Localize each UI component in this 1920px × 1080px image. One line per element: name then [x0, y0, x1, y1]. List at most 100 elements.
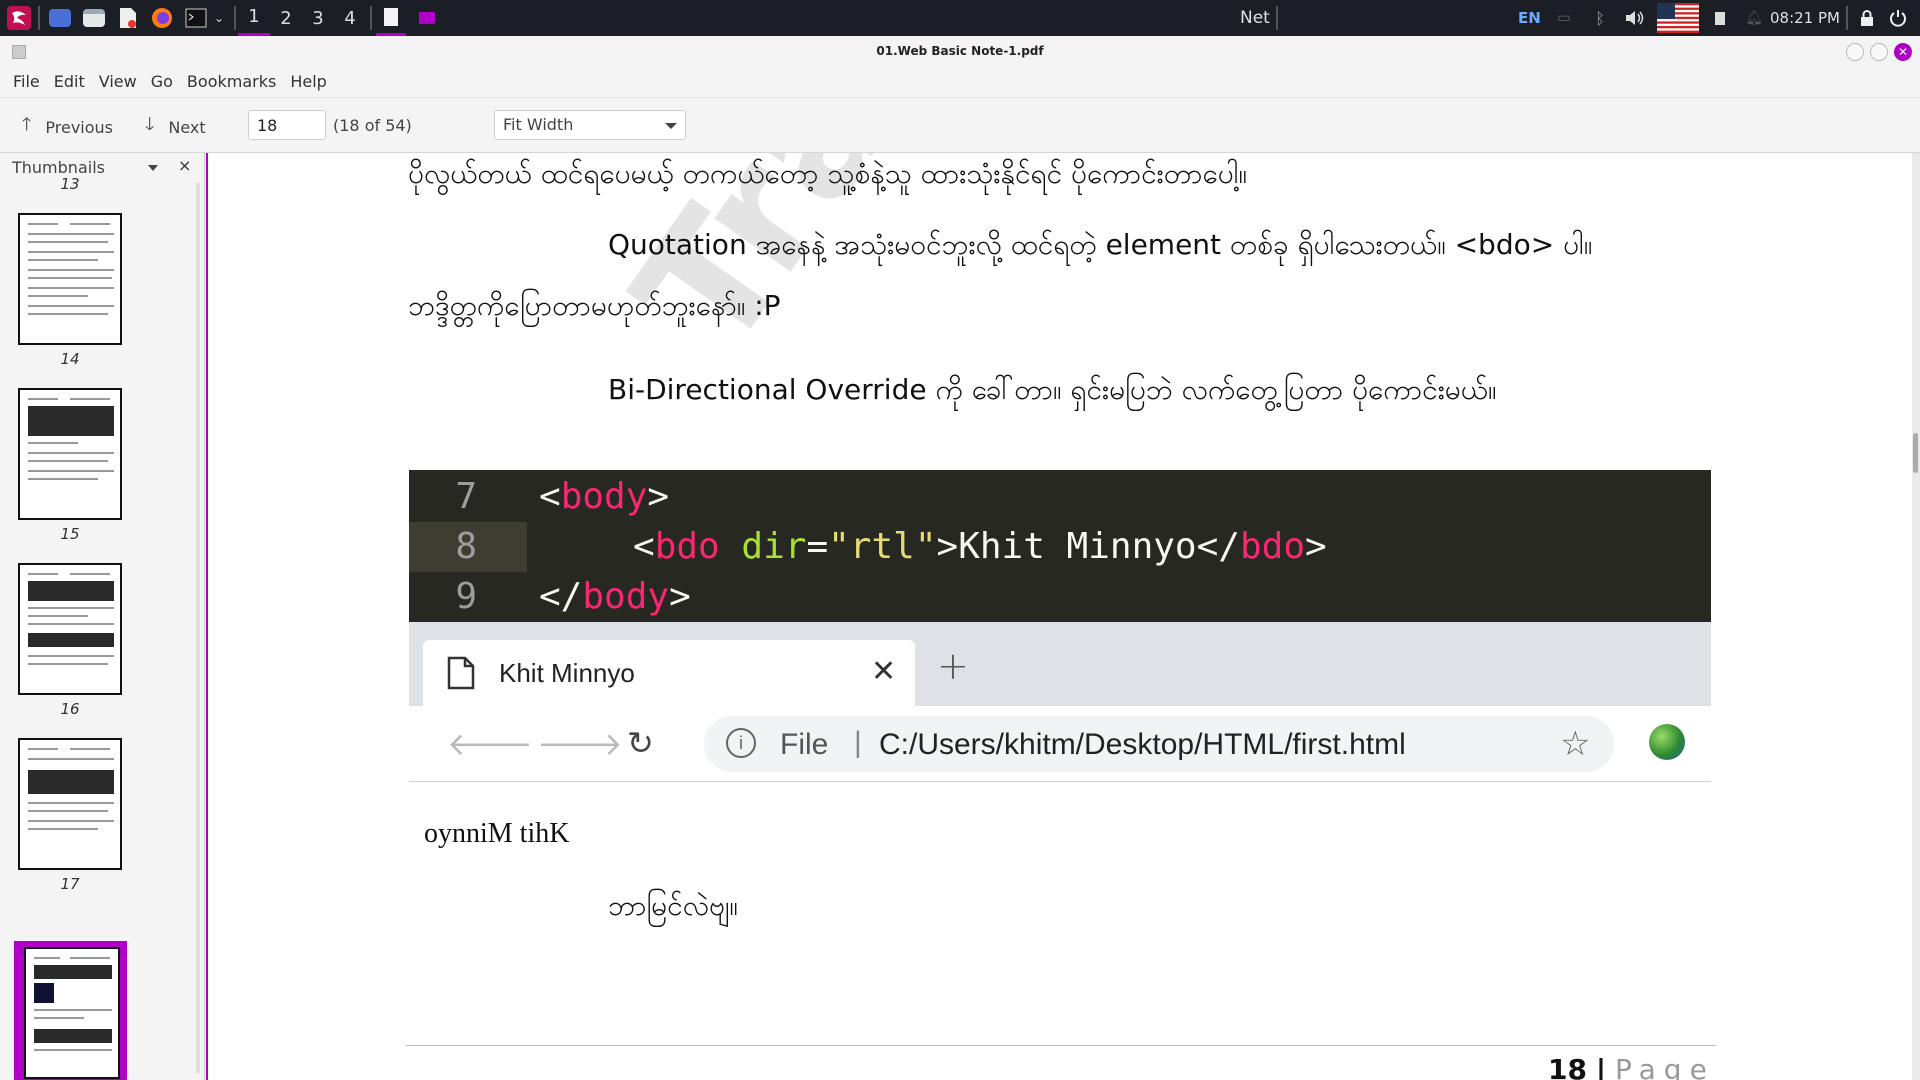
pdf-viewer-window: 01.Web Basic Note-1.pdf ✕ File Edit View…: [0, 36, 1920, 1080]
address-bar: i File | C:/Users/khitm/Desktop/HTML/fir…: [704, 716, 1614, 772]
code-text: </body>: [539, 576, 691, 617]
screen-icon[interactable]: ▭: [1552, 0, 1576, 36]
thumbnail-page-16[interactable]: [18, 563, 122, 695]
menu-help[interactable]: Help: [283, 72, 333, 91]
sidebar-scrollbar[interactable]: [196, 183, 200, 1073]
close-icon: ✕: [871, 654, 897, 689]
chevron-down-icon[interactable]: [148, 165, 158, 171]
url-text: C:/Users/khitm/Desktop/HTML/first.html: [879, 728, 1406, 761]
thumbnail-page-15[interactable]: [18, 388, 122, 520]
line-number: 7: [455, 476, 477, 517]
window-menu-icon[interactable]: [12, 45, 26, 59]
menu-bar: File Edit View Go Bookmarks Help: [0, 66, 1920, 98]
code-line-8: 8 <bdo dir="rtl">Khit Minnyo</bdo>: [409, 522, 1711, 572]
browser-nav-bar: 🡐 🡒 ↻ i File | C:/Users/khitm/Desktop/HT…: [409, 706, 1711, 782]
chevron-down-icon: [665, 123, 677, 129]
menu-edit[interactable]: Edit: [47, 72, 92, 91]
code-tag: bdo: [1239, 526, 1305, 567]
menu-bookmarks[interactable]: Bookmarks: [180, 72, 283, 91]
workspace-2[interactable]: 2: [270, 0, 302, 36]
code-line-9: 9 </body>: [409, 572, 1711, 622]
text-editor-icon[interactable]: [114, 0, 142, 36]
power-icon[interactable]: [1886, 0, 1910, 36]
url-scheme-label: File: [780, 728, 829, 761]
minimize-button[interactable]: [1846, 43, 1864, 61]
taskbar-separator: [38, 6, 40, 30]
line-number: 8: [409, 522, 527, 572]
code-tag: body: [582, 576, 670, 617]
close-button[interactable]: ✕: [1894, 43, 1912, 61]
menu-file[interactable]: File: [6, 72, 47, 91]
page-icon: [447, 656, 475, 690]
footer-separator: |: [1595, 1053, 1607, 1080]
desktop-icon[interactable]: [46, 0, 74, 36]
browser-tab-title: Khit Minnyo: [499, 658, 635, 688]
terminal-icon[interactable]: [182, 0, 210, 36]
extension-icon: [1649, 724, 1685, 760]
taskbar-separator: [234, 6, 236, 30]
file-manager-icon[interactable]: [80, 0, 108, 36]
pdf-page: Training ပိုလွယ်တယ် ထင်ရပေမယ့် တကယ်တော့ …: [206, 153, 1912, 1080]
reload-icon: ↻: [627, 724, 654, 762]
document-scrollbar[interactable]: [1912, 153, 1920, 1080]
zoom-select[interactable]: Fit Width: [494, 110, 686, 140]
clock[interactable]: 08:21 PM: [1770, 0, 1840, 36]
browser-screenshot: Khit Minnyo ✕ + 🡐 🡒 ↻ i File | C:/Users/…: [409, 622, 1711, 782]
keyboard-language[interactable]: EN: [1518, 0, 1541, 36]
clipboard-icon[interactable]: [1710, 0, 1730, 36]
browser-tab: Khit Minnyo ✕: [423, 640, 915, 706]
notification-bell-icon[interactable]: 🔔︎: [1744, 0, 1764, 36]
page-number-input[interactable]: [248, 110, 326, 140]
window-title: 01.Web Basic Note-1.pdf: [876, 44, 1044, 58]
firefox-icon[interactable]: [148, 0, 176, 36]
info-icon: i: [726, 728, 756, 758]
thumbnail-label: 13: [60, 175, 80, 193]
code-attr: dir: [741, 526, 807, 567]
workspace-4[interactable]: 4: [334, 0, 366, 36]
paragraph-3: Bi-Directional Override ကို ခေါ်တာ။ ရှင်…: [608, 373, 1497, 406]
code-tag: bdo: [654, 526, 720, 567]
us-flag-icon[interactable]: [1656, 0, 1700, 36]
app-menu-icon[interactable]: [4, 0, 34, 36]
document-area[interactable]: Training ပိုလွယ်တယ် ထင်ရပေမယ့် တကယ်တော့ …: [206, 153, 1920, 1080]
paragraph-2-line-2: ဘဒ္ဒိတ္တကိုပြောတာမဟုတ်ဘူးနော်။ :P: [408, 289, 781, 322]
code-inner-text: Khit Minnyo: [958, 526, 1197, 567]
footer-divider: [406, 1045, 1716, 1046]
taskbar-separator: [1276, 6, 1278, 30]
window-document-icon[interactable]: [376, 0, 406, 36]
window-folder-icon[interactable]: [412, 0, 442, 36]
plus-icon: +: [937, 644, 969, 688]
sidebar-close-button[interactable]: ×: [178, 156, 191, 175]
thumbnail-label: 16: [60, 700, 80, 718]
page-footer: 18 | Page: [1548, 1053, 1715, 1080]
menu-go[interactable]: Go: [144, 72, 180, 91]
thumbnail-label: 15: [60, 525, 80, 543]
code-text: <bdo dir="rtl">Khit Minnyo</bdo>: [633, 526, 1327, 567]
sidebar: Thumbnails × 13 14 15 16 17: [0, 153, 205, 1080]
thumbnail-page-14[interactable]: [18, 213, 122, 345]
workspace-1[interactable]: 1: [238, 0, 270, 36]
thumbnail-page-17[interactable]: [18, 738, 122, 870]
workspace-3[interactable]: 3: [302, 0, 334, 36]
bluetooth-icon[interactable]: ᛒ: [1590, 0, 1610, 36]
scrollbar-thumb[interactable]: [1913, 433, 1918, 473]
code-text: <body>: [539, 476, 670, 517]
lock-icon[interactable]: [1856, 0, 1878, 36]
paragraph-2-line-1: Quotation အနေနဲ့ အသုံးမဝင်ဘူးလို့ ထင်ရတဲ…: [608, 228, 1593, 261]
next-button[interactable]: 🡓 Next: [145, 112, 206, 142]
url-divider: |: [854, 726, 862, 759]
previous-button[interactable]: 🡑 Previous: [22, 112, 113, 142]
chevron-down-icon[interactable]: ⌄: [210, 0, 228, 36]
toolbar: 🡑 Previous 🡓 Next (18 of 54) Fit Width: [0, 98, 1920, 153]
taskbar: ⌄ 1 2 3 4 Net EN ▭ ᛒ 🔔︎ 08:21 PM: [0, 0, 1920, 36]
line-number: 9: [455, 576, 477, 617]
code-screenshot: 7 <body> 8 <bdo dir="rtl">Khit Minnyo</b…: [409, 470, 1711, 622]
paragraph-4: ဘာမြင်လဲဗျ။: [608, 889, 738, 922]
maximize-button[interactable]: [1870, 43, 1888, 61]
volume-icon[interactable]: [1622, 0, 1646, 36]
taskbar-separator: [370, 6, 372, 30]
back-icon: 🡐: [447, 725, 533, 763]
title-bar[interactable]: 01.Web Basic Note-1.pdf ✕: [0, 36, 1920, 66]
thumbnail-page-18[interactable]: [24, 947, 120, 1079]
menu-view[interactable]: View: [92, 72, 144, 91]
